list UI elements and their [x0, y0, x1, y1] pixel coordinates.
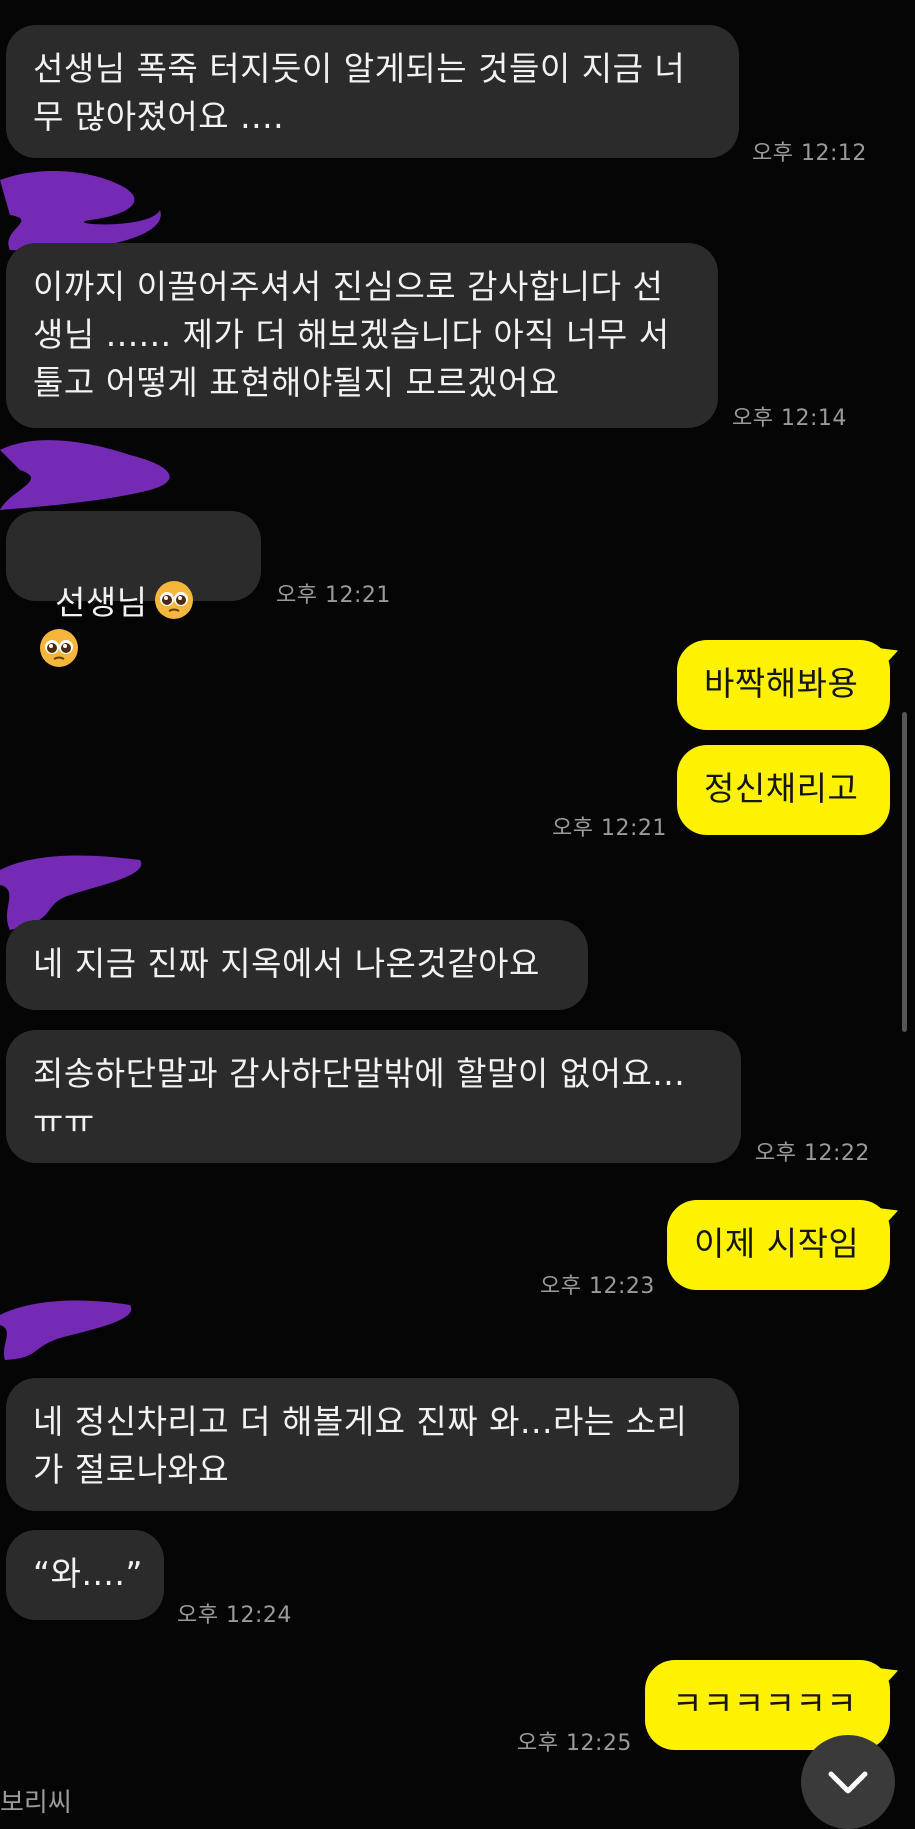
message-bubble-outgoing[interactable]: 이제 시작임	[667, 1200, 890, 1290]
scroll-down-button[interactable]	[801, 1735, 895, 1829]
message-bubble-outgoing[interactable]: 바짝해봐용	[677, 640, 890, 730]
message-bubble-incoming[interactable]: 이까지 이끌어주셔서 진심으로 감사합니다 선 생님 ...... 제가 더 해…	[6, 243, 718, 428]
message-timestamp: 오후 12:14	[732, 406, 847, 431]
pleading-face-icon	[40, 629, 78, 667]
message-bubble-incoming[interactable]: 네 지금 진짜 지옥에서 나온것같아요	[6, 920, 588, 1010]
message-timestamp: 오후 12:21	[276, 583, 391, 608]
message-timestamp: 오후 12:24	[177, 1603, 292, 1628]
chevron-down-icon	[828, 1771, 868, 1794]
message-timestamp: 오후 12:25	[517, 1731, 632, 1756]
message-bubble-incoming[interactable]: “와....”	[6, 1530, 164, 1620]
redaction-scribble	[0, 1300, 132, 1360]
message-bubble-incoming[interactable]: 네 정신차리고 더 해볼게요 진짜 와...라는 소리 가 절로나와요	[6, 1378, 739, 1511]
partial-message-text: 보리씨	[0, 1788, 72, 1818]
message-bubble-incoming[interactable]: 선생님	[6, 511, 261, 667]
message-bubble-incoming[interactable]: 죄송하단말과 감사하단말밖에 할말이 없어요... ㅠㅠ	[6, 1030, 741, 1163]
message-timestamp: 오후 12:23	[540, 1274, 655, 1299]
pleading-face-icon	[154, 581, 193, 619]
scrollbar[interactable]	[902, 712, 907, 1032]
message-bubble-incoming[interactable]: 선생님 폭죽 터지듯이 알게되는 것들이 지금 너 무 많아졌어요 ....	[6, 25, 739, 158]
message-timestamp: 오후 12:22	[755, 1141, 870, 1166]
message-timestamp: 오후 12:12	[752, 141, 867, 166]
message-text: 선생님	[54, 583, 148, 622]
redaction-scribble	[0, 440, 170, 510]
message-bubble-outgoing[interactable]: 정신채리고	[677, 745, 890, 835]
message-timestamp: 오후 12:21	[552, 816, 667, 841]
